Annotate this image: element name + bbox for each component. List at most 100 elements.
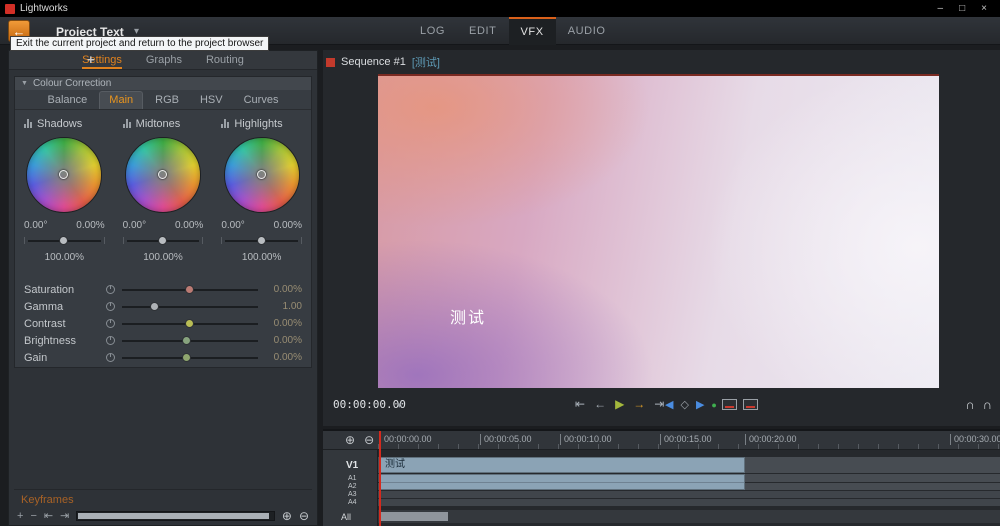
cc-tab-curves[interactable]: Curves: [235, 92, 288, 109]
sequence-tag: [测试]: [412, 54, 440, 70]
playhead[interactable]: [379, 431, 381, 526]
keyframes-scrollbar[interactable]: [76, 511, 275, 521]
source-monitor-icon[interactable]: [722, 399, 737, 410]
slider-handle[interactable]: [150, 302, 159, 311]
wheel-label: Highlights: [234, 118, 282, 130]
zoom-out-icon[interactable]: ⊖: [364, 433, 374, 447]
highlights-wheel-group: Highlights 0.00° 0.00% 100.00%: [212, 116, 311, 263]
tab-edit[interactable]: EDIT: [457, 17, 508, 45]
histogram-icon: [24, 119, 32, 128]
slider-handle[interactable]: [158, 236, 167, 245]
sequence-icon: [326, 58, 335, 67]
keyframe-diamond-icon[interactable]: ◇: [680, 398, 688, 411]
contrast-slider[interactable]: [122, 318, 258, 329]
track-label-a2[interactable]: A2: [348, 483, 357, 490]
shadows-colour-wheel[interactable]: [26, 137, 102, 213]
colour-wheels: Shadows 0.00° 0.00% 100.00%: [15, 110, 311, 263]
timecode-display[interactable]: 00:00:00.00: [333, 398, 406, 411]
slider-handle[interactable]: [59, 236, 68, 245]
track-label-a1[interactable]: A1: [348, 475, 357, 482]
param-reset-knob-icon[interactable]: [106, 302, 115, 311]
scrollbar-thumb[interactable]: [78, 513, 269, 519]
highlights-level-slider[interactable]: [221, 235, 302, 247]
cc-tab-main[interactable]: Main: [99, 91, 143, 109]
saturation-slider[interactable]: [122, 284, 258, 295]
timeline-ruler[interactable]: ⊕ ⊖ 00:00:00.00 00:00:05.00 00:00:10.00 …: [323, 431, 1000, 450]
gain-slider[interactable]: [122, 352, 258, 363]
slider-handle[interactable]: [182, 336, 191, 345]
track-label-v1[interactable]: V1: [346, 460, 358, 471]
slider-handle[interactable]: [257, 236, 266, 245]
colour-correction-tabs: Balance Main RGB HSV Curves: [15, 90, 311, 110]
next-keyframe-button[interactable]: ⇥: [60, 509, 69, 522]
contrast-row: Contrast 0.00%: [15, 315, 311, 332]
track-a4: [378, 499, 1000, 506]
param-reset-knob-icon[interactable]: [106, 336, 115, 345]
slider-handle[interactable]: [185, 285, 194, 294]
add-effect-button[interactable]: +: [87, 52, 95, 67]
panel-tab-strip: + Settings Graphs Routing: [9, 51, 317, 70]
param-reset-knob-icon[interactable]: [106, 353, 115, 362]
transport-bar: 00:00:00.00 ▾ ⇤ ← ▶ → ⇥ ◀ ◇ ▶ ● ∩ ∩: [323, 395, 1000, 415]
timeline-zoom-controls: ⊕ ⊖: [345, 433, 374, 447]
tab-audio[interactable]: AUDIO: [556, 17, 618, 45]
shadows-level-slider[interactable]: [24, 235, 105, 247]
previous-keyframe-button[interactable]: ⇤: [44, 509, 53, 522]
cc-tab-hsv[interactable]: HSV: [191, 92, 232, 109]
highlights-colour-wheel[interactable]: [224, 137, 300, 213]
track-label-a4[interactable]: A4: [348, 499, 357, 506]
remove-keyframe-button[interactable]: −: [30, 510, 36, 522]
video-preview: 测试: [378, 74, 939, 388]
cc-tab-balance[interactable]: Balance: [39, 92, 97, 109]
histogram-icon: [123, 119, 131, 128]
room-tabs: LOG EDIT VFX AUDIO: [408, 17, 618, 45]
close-button[interactable]: ×: [981, 3, 987, 14]
track-headers: V1 A1 A2 A3 A4 All: [323, 450, 378, 526]
zoom-in-icon[interactable]: ⊕: [282, 509, 292, 523]
zoom-out-icon[interactable]: ⊖: [299, 509, 309, 523]
headphone-right-icon[interactable]: ∩: [983, 397, 992, 412]
zoom-in-icon[interactable]: ⊕: [345, 433, 355, 447]
play-button[interactable]: ▶: [615, 397, 624, 411]
brightness-slider[interactable]: [122, 335, 258, 346]
track-label-all[interactable]: All: [341, 512, 351, 522]
tab-graphs[interactable]: Graphs: [146, 51, 182, 69]
slider-handle[interactable]: [182, 353, 191, 362]
add-keyframe-button[interactable]: +: [17, 510, 23, 522]
audio-scrub-left-icon[interactable]: ◀: [665, 398, 673, 411]
tab-log[interactable]: LOG: [408, 17, 457, 45]
goto-end-button[interactable]: ⇥: [654, 397, 664, 411]
gamma-slider[interactable]: [122, 301, 258, 312]
tab-vfx[interactable]: VFX: [509, 17, 556, 45]
all-track-bar[interactable]: [380, 512, 448, 521]
cc-tab-rgb[interactable]: RGB: [146, 92, 188, 109]
maximize-button[interactable]: □: [959, 3, 965, 14]
headphone-left-icon[interactable]: ∩: [965, 397, 974, 412]
wheel-marker: [59, 170, 68, 179]
tab-routing[interactable]: Routing: [206, 51, 244, 69]
exit-button-tooltip: Exit the current project and return to t…: [10, 36, 269, 51]
title-overlay-text: 测试: [450, 304, 486, 328]
step-back-button[interactable]: ←: [594, 397, 606, 411]
audio-clip[interactable]: [380, 474, 745, 490]
record-monitor-icon[interactable]: [743, 399, 758, 410]
minimize-button[interactable]: –: [938, 3, 944, 14]
param-reset-knob-icon[interactable]: [106, 285, 115, 294]
audio-scrub-right-icon[interactable]: ▶: [696, 398, 704, 411]
timecode-caret-icon[interactable]: ▾: [397, 400, 402, 411]
colour-correction-header[interactable]: ▼ Colour Correction: [15, 77, 311, 90]
video-clip[interactable]: 测试: [380, 457, 745, 473]
timeline-body: V1 A1 A2 A3 A4 All 测试: [323, 450, 1000, 526]
colour-correction-title: Colour Correction: [33, 78, 111, 89]
midtones-level-slider[interactable]: [123, 235, 204, 247]
param-value: 0.00%: [258, 335, 302, 346]
wheel-label: Midtones: [136, 118, 181, 130]
slider-handle[interactable]: [185, 319, 194, 328]
midtones-colour-wheel[interactable]: [125, 137, 201, 213]
track-label-a3[interactable]: A3: [348, 491, 357, 498]
timeline: ⊕ ⊖ 00:00:00.00 00:00:05.00 00:00:10.00 …: [323, 429, 1000, 526]
goto-start-button[interactable]: ⇤: [575, 397, 585, 411]
step-forward-button[interactable]: →: [633, 397, 645, 411]
param-reset-knob-icon[interactable]: [106, 319, 115, 328]
sequence-viewer: Sequence #1 [测试] 测试 00:00:00.00 ▾ ⇤ ← ▶ …: [323, 50, 1000, 426]
